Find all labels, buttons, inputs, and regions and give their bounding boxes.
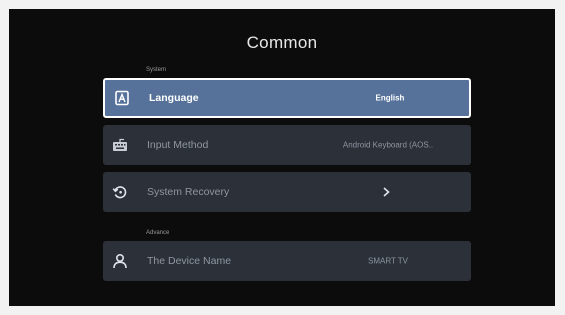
- language-icon: [115, 90, 129, 106]
- settings-item-input-method[interactable]: Input Method Android Keyboard (AOS..: [103, 125, 471, 165]
- person-icon: [113, 253, 127, 269]
- settings-item-language[interactable]: Language English: [103, 78, 471, 118]
- settings-item-value: Android Keyboard (AOS..: [342, 140, 434, 150]
- section-label-advance: Advance: [146, 230, 170, 236]
- settings-item-value: English: [375, 93, 405, 103]
- tv-settings-screen: Common System Language English Input Met…: [9, 9, 555, 306]
- settings-item-system-recovery[interactable]: System Recovery: [103, 172, 471, 212]
- keyboard-icon: [113, 138, 127, 151]
- chevron-right-icon: [383, 187, 390, 197]
- page-title: Common: [246, 33, 318, 52]
- settings-item-label: Input Method: [147, 139, 209, 151]
- settings-item-label: The Device Name: [147, 255, 232, 267]
- restore-icon: [112, 186, 127, 199]
- settings-item-value: SMART TV: [367, 256, 408, 266]
- section-label-system: System: [146, 67, 167, 73]
- settings-item-device-name[interactable]: The Device Name SMART TV: [103, 241, 471, 281]
- settings-item-label: System Recovery: [147, 186, 230, 198]
- settings-item-label: Language: [149, 92, 199, 104]
